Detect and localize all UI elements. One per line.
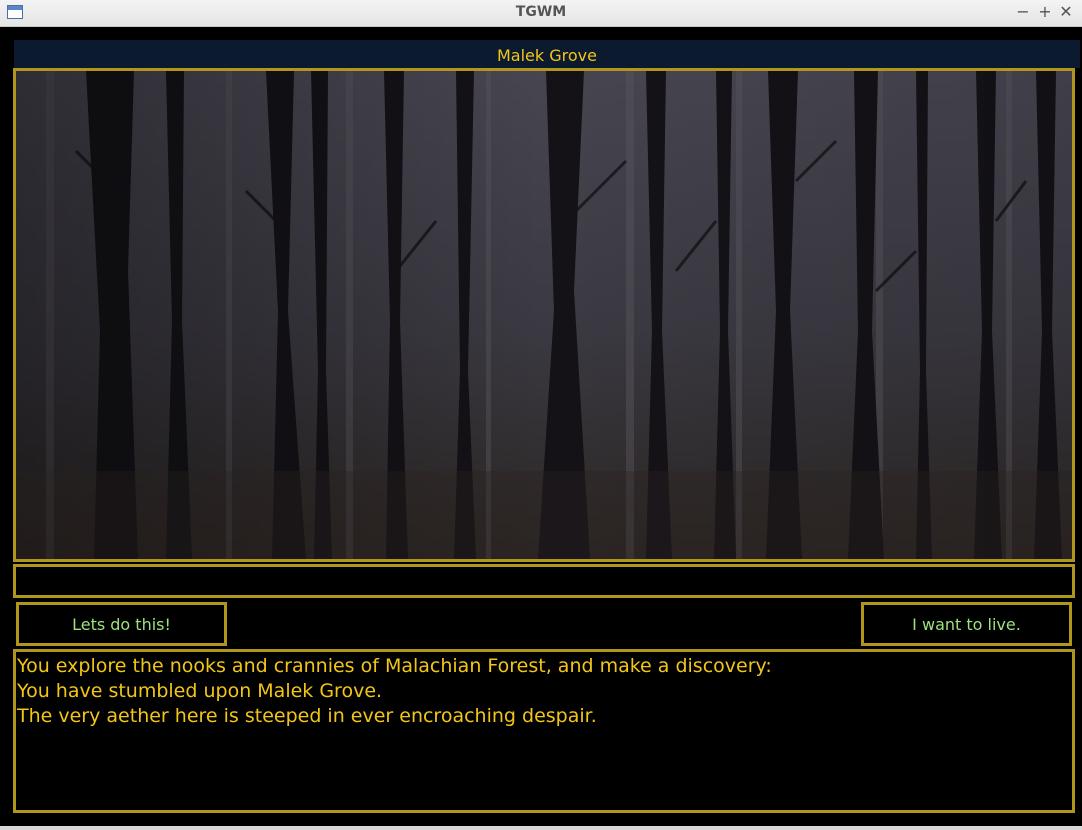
minimize-icon[interactable]: −: [1014, 3, 1032, 21]
window-bottom-edge: [0, 826, 1082, 830]
window-title: TGWM: [515, 4, 567, 20]
message-log: You explore the nooks and crannies of Ma…: [13, 649, 1075, 813]
lets-do-this-label: Lets do this!: [72, 614, 171, 634]
i-want-to-live-label: I want to live.: [912, 614, 1021, 634]
location-title: Malek Grove: [497, 46, 597, 65]
log-line: You explore the nooks and crannies of Ma…: [17, 655, 772, 677]
forest-scene-image: [16, 71, 1072, 559]
title-bar[interactable]: TGWM − + ✕: [0, 0, 1082, 27]
game-window: TGWM − + ✕ Malek Grove Lets do this! I w…: [0, 0, 1082, 830]
location-header: Malek Grove: [14, 40, 1080, 68]
maximize-icon[interactable]: +: [1036, 3, 1054, 21]
scene-image-frame: [13, 68, 1075, 562]
log-line: The very aether here is steeped in ever …: [17, 705, 597, 727]
status-box: [13, 564, 1075, 598]
log-line: You have stumbled upon Malek Grove.: [17, 680, 383, 702]
i-want-to-live-button[interactable]: I want to live.: [861, 602, 1072, 646]
lets-do-this-button[interactable]: Lets do this!: [16, 602, 227, 646]
close-icon[interactable]: ✕: [1057, 3, 1075, 21]
